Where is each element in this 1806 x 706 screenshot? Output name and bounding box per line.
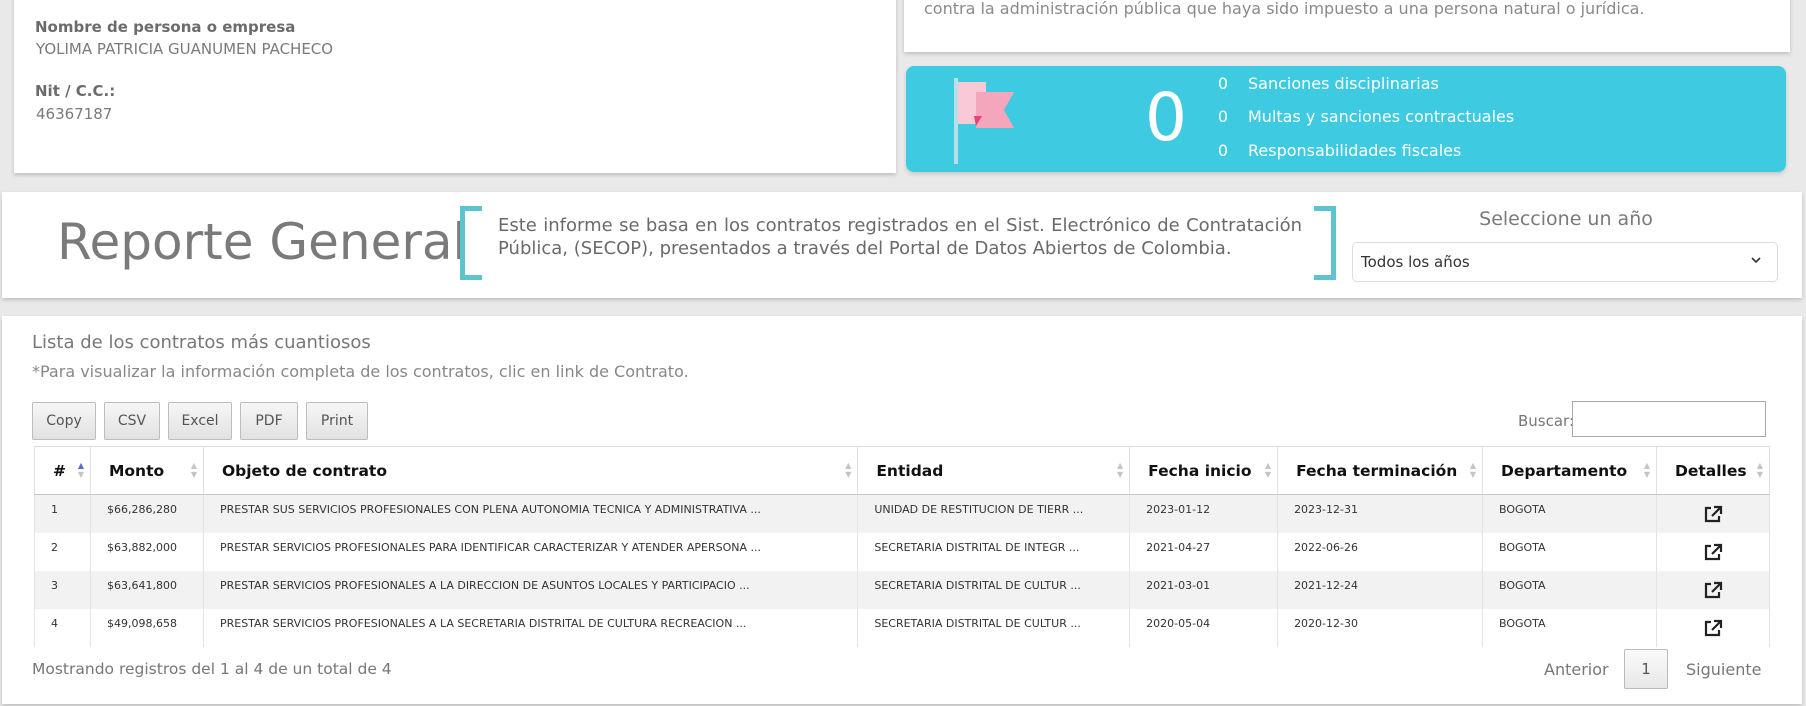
cell-entidad: SECRETARIA DISTRITAL DE INTEGR ...: [857, 532, 1131, 571]
search-input[interactable]: [1572, 401, 1766, 437]
cell-departamento: BOGOTA: [1481, 608, 1657, 647]
sort-icon: ▲ ▼: [1116, 461, 1124, 479]
sanction-count: 0: [1217, 74, 1228, 93]
sanction-count: 0: [1217, 141, 1228, 160]
external-link-icon[interactable]: [1703, 581, 1723, 599]
sanction-label: Responsabilidades fiscales: [1248, 141, 1462, 160]
report-header: Reporte General Este informe se basa en …: [2, 192, 1802, 298]
sort-icon: ▲ ▼: [77, 461, 84, 479]
cell-number: 1: [34, 494, 91, 533]
col-header-departamento[interactable]: Departamento ▲ ▼: [1481, 446, 1657, 495]
copy-button[interactable]: Copy: [32, 402, 96, 440]
cell-detalles: [1655, 570, 1771, 609]
sanction-row-disciplinarias: 0 Sanciones disciplinarias: [1206, 74, 1439, 93]
sort-icon: ▲ ▼: [1264, 461, 1272, 479]
sort-icon: ▲ ▼: [845, 461, 852, 479]
sanctions-note-card: Los siguientes datos relacionan el histó…: [904, 0, 1790, 52]
cell-number: 2: [34, 532, 91, 571]
sanction-label: Sanciones disciplinarias: [1248, 74, 1439, 93]
sort-icon: ▲ ▼: [1756, 461, 1763, 479]
id-value: 46367187: [36, 105, 113, 123]
cell-fecha-terminacion: 2021-12-24: [1277, 570, 1483, 609]
sort-icon: ▲ ▼: [1469, 461, 1476, 479]
table-row: 2 $63,882,000 PRESTAR SERVICIOS PROFESIO…: [34, 532, 1771, 571]
contracts-title: Lista de los contratos más cuantiosos: [32, 332, 371, 353]
sanctions-summary: 0 0 Sanciones disciplinarias 0 Multas y sa…: [906, 66, 1786, 172]
sanction-count: 0: [1217, 107, 1228, 126]
sanction-row-fiscales: 0 Responsabilidades fiscales: [1206, 141, 1462, 160]
contracts-table: # ▲ ▼ Monto ▲ ▼ Objeto de contrato ▲ ▼ Entidad…: [34, 446, 1771, 647]
name-label: Nombre de persona o empresa: [35, 18, 296, 36]
pdf-button[interactable]: PDF: [240, 402, 298, 440]
page-title: Reporte General: [57, 213, 467, 271]
contracts-note: *Para visualizar la información completa…: [32, 362, 689, 381]
cell-monto: $63,882,000: [89, 532, 204, 571]
table-row: 4 $49,098,658 PRESTAR SERVICIOS PROFESIO…: [34, 608, 1771, 647]
col-header-fecha-inicio[interactable]: Fecha inicio ▲ ▼: [1129, 446, 1279, 495]
table-row: 3 $63,641,800 PRESTAR SERVICIOS PROFESIO…: [34, 570, 1771, 609]
cell-monto: $49,098,658: [89, 608, 204, 647]
table-info: Mostrando registros del 1 al 4 de un tot…: [32, 660, 392, 678]
print-button[interactable]: Print: [306, 402, 368, 440]
chevron-down-icon: [1751, 257, 1761, 264]
sort-icon: ▲ ▼: [1643, 461, 1650, 479]
flag-icon: [954, 78, 1014, 164]
cell-detalles: [1655, 608, 1771, 647]
report-description: Este informe se basa en los contratos re…: [498, 215, 1302, 259]
prev-page-button[interactable]: Anterior: [1544, 660, 1609, 679]
cell-fecha-inicio: 2021-04-27: [1129, 532, 1279, 571]
cell-fecha-inicio: 2020-05-04: [1129, 608, 1279, 647]
col-header-monto[interactable]: Monto ▲ ▼: [89, 446, 204, 495]
bracket-right-decoration: [1314, 206, 1336, 280]
table-header-row: # ▲ ▼ Monto ▲ ▼ Objeto de contrato ▲ ▼ Entidad…: [34, 446, 1771, 495]
csv-button[interactable]: CSV: [104, 402, 160, 440]
next-page-button[interactable]: Siguiente: [1686, 660, 1761, 679]
excel-button[interactable]: Excel: [168, 402, 232, 440]
cell-departamento: BOGOTA: [1481, 570, 1657, 609]
external-link-icon[interactable]: [1703, 543, 1723, 561]
cell-fecha-terminacion: 2023-12-31: [1277, 494, 1483, 533]
external-link-icon[interactable]: [1703, 505, 1723, 523]
year-select[interactable]: Todos los años: [1352, 242, 1778, 282]
cell-fecha-terminacion: 2022-06-26: [1277, 532, 1483, 571]
col-header-entidad[interactable]: Entidad ▲ ▼: [857, 446, 1131, 495]
cell-entidad: SECRETARIA DISTRITAL DE CULTUR ...: [857, 570, 1131, 609]
page-1-button[interactable]: 1: [1624, 649, 1668, 689]
cell-fecha-terminacion: 2020-12-30: [1277, 608, 1483, 647]
year-select-label: Seleccione un año: [1479, 208, 1653, 230]
name-value: YOLIMA PATRICIA GUANUMEN PACHECO: [36, 40, 334, 58]
cell-departamento: BOGOTA: [1481, 532, 1657, 571]
col-header-objeto[interactable]: Objeto de contrato ▲ ▼: [202, 446, 859, 495]
cell-number: 3: [34, 570, 91, 609]
person-card: Nombre de persona o empresa YOLIMA PATRI…: [14, 0, 896, 173]
sort-icon: ▲ ▼: [190, 461, 197, 479]
contracts-card: Lista de los contratos más cuantiosos *P…: [2, 316, 1802, 704]
id-label: Nit / C.C.:: [35, 82, 116, 100]
external-link-icon[interactable]: [1703, 619, 1723, 637]
cell-entidad: SECRETARIA DISTRITAL DE CULTUR ...: [857, 608, 1131, 647]
cell-monto: $63,641,800: [89, 570, 204, 609]
cell-objeto: PRESTAR SUS SERVICIOS PROFESIONALES CON …: [202, 494, 859, 533]
cell-entidad: UNIDAD DE RESTITUCION DE TIERR ...: [857, 494, 1131, 533]
col-header-number[interactable]: # ▲ ▼: [34, 446, 91, 495]
cell-objeto: PRESTAR SERVICIOS PROFESIONALES A LA DIR…: [202, 570, 859, 609]
cell-departamento: BOGOTA: [1481, 494, 1657, 533]
search-label: Buscar:: [1518, 412, 1575, 430]
cell-fecha-inicio: 2023-01-12: [1129, 494, 1279, 533]
table-row: 1 $66,286,280 PRESTAR SUS SERVICIOS PROF…: [34, 494, 1771, 533]
cell-objeto: PRESTAR SERVICIOS PROFESIONALES PARA IDE…: [202, 532, 859, 571]
col-header-fecha-terminacion[interactable]: Fecha terminación ▲ ▼: [1277, 446, 1483, 495]
bracket-left-decoration: [460, 206, 482, 280]
cell-monto: $66,286,280: [89, 494, 204, 533]
cell-detalles: [1655, 494, 1771, 533]
cell-fecha-inicio: 2021-03-01: [1129, 570, 1279, 609]
col-header-detalles[interactable]: Detalles ▲ ▼: [1655, 446, 1771, 495]
sanction-row-multas: 0 Multas y sanciones contractuales: [1206, 107, 1514, 126]
year-selected-value: Todos los años: [1361, 253, 1470, 271]
sanction-label: Multas y sanciones contractuales: [1248, 107, 1515, 126]
cell-number: 4: [34, 608, 91, 647]
cell-detalles: [1655, 532, 1771, 571]
sanctions-note: Los siguientes datos relacionan el histó…: [924, 0, 1645, 18]
cell-objeto: PRESTAR SERVICIOS PROFESIONALES A LA SEC…: [202, 608, 859, 647]
